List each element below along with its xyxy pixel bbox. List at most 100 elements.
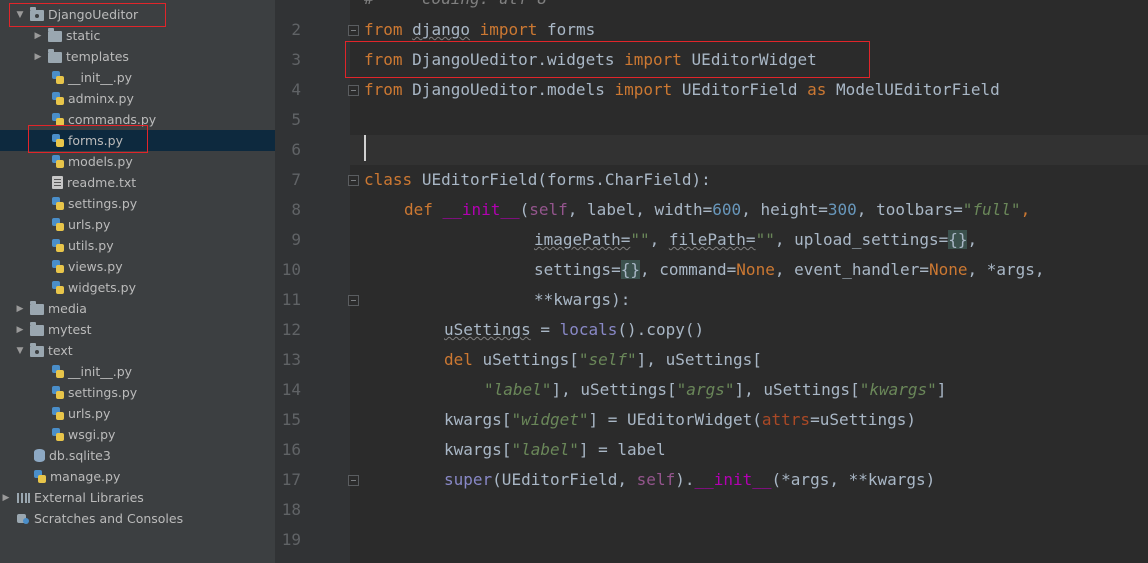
fold-marker-icon[interactable]	[348, 475, 359, 486]
line-number: 17	[281, 470, 301, 489]
number-token: 300	[827, 200, 857, 219]
tree-scratches[interactable]: Scratches and Consoles	[0, 508, 275, 529]
tree-file[interactable]: readme.txt	[0, 172, 275, 193]
name-token: forms	[547, 20, 596, 39]
expr-token: =uSettings)	[810, 410, 917, 429]
tree-label: urls.py	[68, 217, 111, 232]
python-file-icon	[52, 92, 64, 105]
fold-marker-icon[interactable]	[348, 295, 359, 306]
tree-file[interactable]: settings.py	[0, 382, 275, 403]
string-token: "full"	[962, 200, 1021, 219]
code-line-10: settings={}, command=None, event_handler…	[534, 255, 1045, 285]
expr-token: uSettings[	[472, 350, 579, 369]
code-line-15: kwargs["widget"] = UEditorWidget(attrs=u…	[444, 405, 916, 435]
tree-file[interactable]: views.py	[0, 256, 275, 277]
collapse-arrow-icon[interactable]: ▶	[0, 492, 12, 504]
keyword-token: from	[364, 50, 403, 69]
params-token: , label, width=	[567, 200, 713, 219]
params-token: , upload_settings=	[774, 230, 949, 249]
line-number: 6	[291, 140, 301, 159]
tree-file[interactable]: __init__.py	[0, 67, 275, 88]
tree-file[interactable]: utils.py	[0, 235, 275, 256]
string-token: ""	[630, 230, 650, 249]
expr-token: ).	[675, 470, 695, 489]
code-line-7: class UEditorField(forms.CharField):	[364, 165, 711, 195]
tree-file[interactable]: db.sqlite3	[0, 445, 275, 466]
string-token: "widget"	[511, 410, 589, 429]
punct-token: ,	[1020, 200, 1031, 219]
expr-token: ]	[936, 380, 947, 399]
tree-label: settings.py	[68, 196, 138, 211]
ide-window: ▼ DjangoUeditor ▶ static ▶ templates __i…	[0, 0, 1148, 563]
collapse-arrow-icon[interactable]: ▶	[32, 30, 44, 42]
tree-folder-djangoueditor[interactable]: ▼ DjangoUeditor	[0, 4, 275, 25]
fold-marker-icon[interactable]	[348, 25, 359, 36]
expr-token: kwargs[	[444, 410, 512, 429]
keyword-token: import	[479, 20, 538, 39]
code-line-2: from django import forms	[364, 15, 595, 45]
folder-icon	[30, 301, 44, 315]
line-number: 4	[291, 80, 301, 99]
code-line-14: "label"], uSettings["args"], uSettings["…	[484, 375, 946, 405]
string-token: "self"	[578, 350, 637, 369]
tree-file[interactable]: wsgi.py	[0, 424, 275, 445]
collapse-arrow-icon[interactable]: ▶	[32, 51, 44, 63]
tree-folder-static[interactable]: ▶ static	[0, 25, 275, 46]
tree-file-selected[interactable]: forms.py	[0, 130, 275, 151]
tree-file[interactable]: widgets.py	[0, 277, 275, 298]
code-line-13: del uSettings["self"], uSettings[	[444, 345, 762, 375]
name-token: UEditorField	[681, 80, 798, 99]
tree-file[interactable]: models.py	[0, 151, 275, 172]
code-editor[interactable]: # -*- coding: utf-8 -*- 2 3 4 5 6 7 8 9 …	[275, 0, 1148, 563]
tree-folder-text[interactable]: ▼ text	[0, 340, 275, 361]
line-number: 10	[281, 260, 301, 279]
line-number: 3	[291, 50, 301, 69]
fold-marker-icon[interactable]	[348, 175, 359, 186]
expand-arrow-icon[interactable]: ▼	[14, 9, 26, 21]
tree-label: adminx.py	[68, 91, 134, 106]
keyword-token: import	[624, 50, 682, 69]
tree-label: urls.py	[68, 406, 111, 421]
tree-file[interactable]: urls.py	[0, 403, 275, 424]
string-token: ""	[755, 230, 775, 249]
line-number: 14	[281, 380, 301, 399]
line-number: 2	[291, 20, 301, 39]
tree-folder-media[interactable]: ▶ media	[0, 298, 275, 319]
tree-label: models.py	[68, 154, 133, 169]
number-token: 600	[712, 200, 742, 219]
tree-file[interactable]: commands.py	[0, 109, 275, 130]
tree-file[interactable]: __init__.py	[0, 361, 275, 382]
expr-token: kwargs[	[444, 440, 512, 459]
code-line-3: from DjangoUeditor.widgets import UEdito…	[364, 45, 817, 75]
string-token: "args"	[676, 380, 735, 399]
folder-icon	[30, 322, 44, 336]
python-file-icon	[52, 239, 64, 252]
tree-file[interactable]: manage.py	[0, 466, 275, 487]
tree-external-libraries[interactable]: ▶ External Libraries	[0, 487, 275, 508]
tree-label: manage.py	[50, 469, 121, 484]
tree-file[interactable]: settings.py	[0, 193, 275, 214]
keyword-token: from	[364, 20, 403, 39]
module-token: django	[412, 20, 470, 39]
tree-file[interactable]: adminx.py	[0, 88, 275, 109]
collapse-arrow-icon[interactable]: ▶	[14, 303, 26, 315]
line-number: 16	[281, 440, 301, 459]
line-number: 5	[291, 110, 301, 129]
tree-label: readme.txt	[67, 175, 137, 190]
call-token: ().copy()	[617, 320, 705, 339]
python-file-icon	[52, 365, 64, 378]
tree-folder-mytest[interactable]: ▶ mytest	[0, 319, 275, 340]
name-token: UEditorWidget	[691, 50, 817, 69]
punct-token: (	[519, 200, 530, 219]
fold-marker-icon[interactable]	[348, 85, 359, 96]
python-file-icon	[52, 386, 64, 399]
tree-file[interactable]: urls.py	[0, 214, 275, 235]
expr-token: (*args, **kwargs)	[771, 470, 936, 489]
expand-arrow-icon[interactable]: ▼	[14, 345, 26, 357]
tree-label: __init__.py	[68, 70, 133, 85]
python-file-icon	[52, 407, 64, 420]
dict-token: {}	[620, 260, 640, 279]
magic-method-token: __init__	[694, 470, 772, 489]
tree-folder-templates[interactable]: ▶ templates	[0, 46, 275, 67]
collapse-arrow-icon[interactable]: ▶	[14, 324, 26, 336]
